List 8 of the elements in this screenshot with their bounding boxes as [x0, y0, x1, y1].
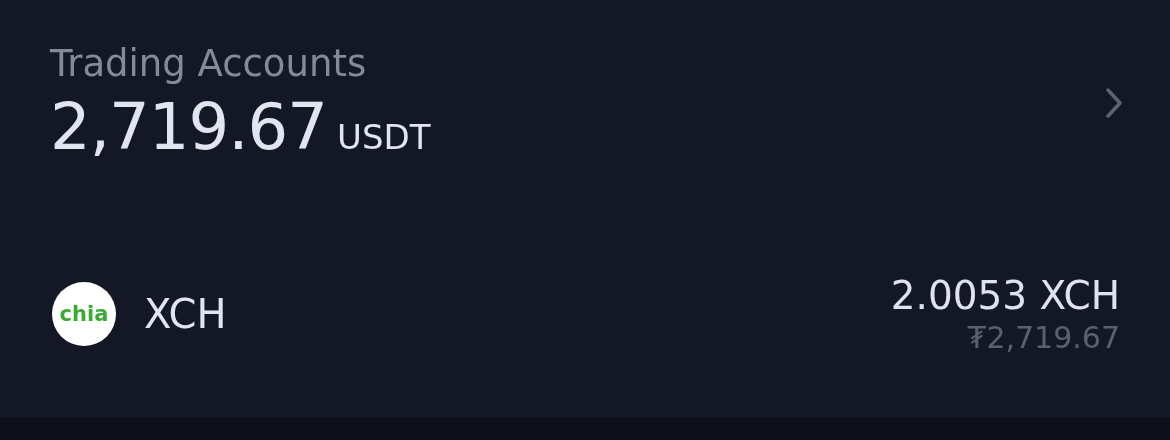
- currency-unit: USDT: [337, 117, 431, 158]
- balance-amount: 2,719.67: [50, 90, 327, 165]
- fiat-value: ₮2,719.67: [967, 320, 1120, 356]
- section-title: Trading Accounts: [50, 42, 367, 87]
- coin-symbol: XCH: [144, 291, 227, 338]
- coin-logo: chia: [52, 282, 116, 347]
- chevron-right-icon[interactable]: [1106, 88, 1122, 119]
- coin-amount: 2.0053 XCH: [890, 273, 1120, 319]
